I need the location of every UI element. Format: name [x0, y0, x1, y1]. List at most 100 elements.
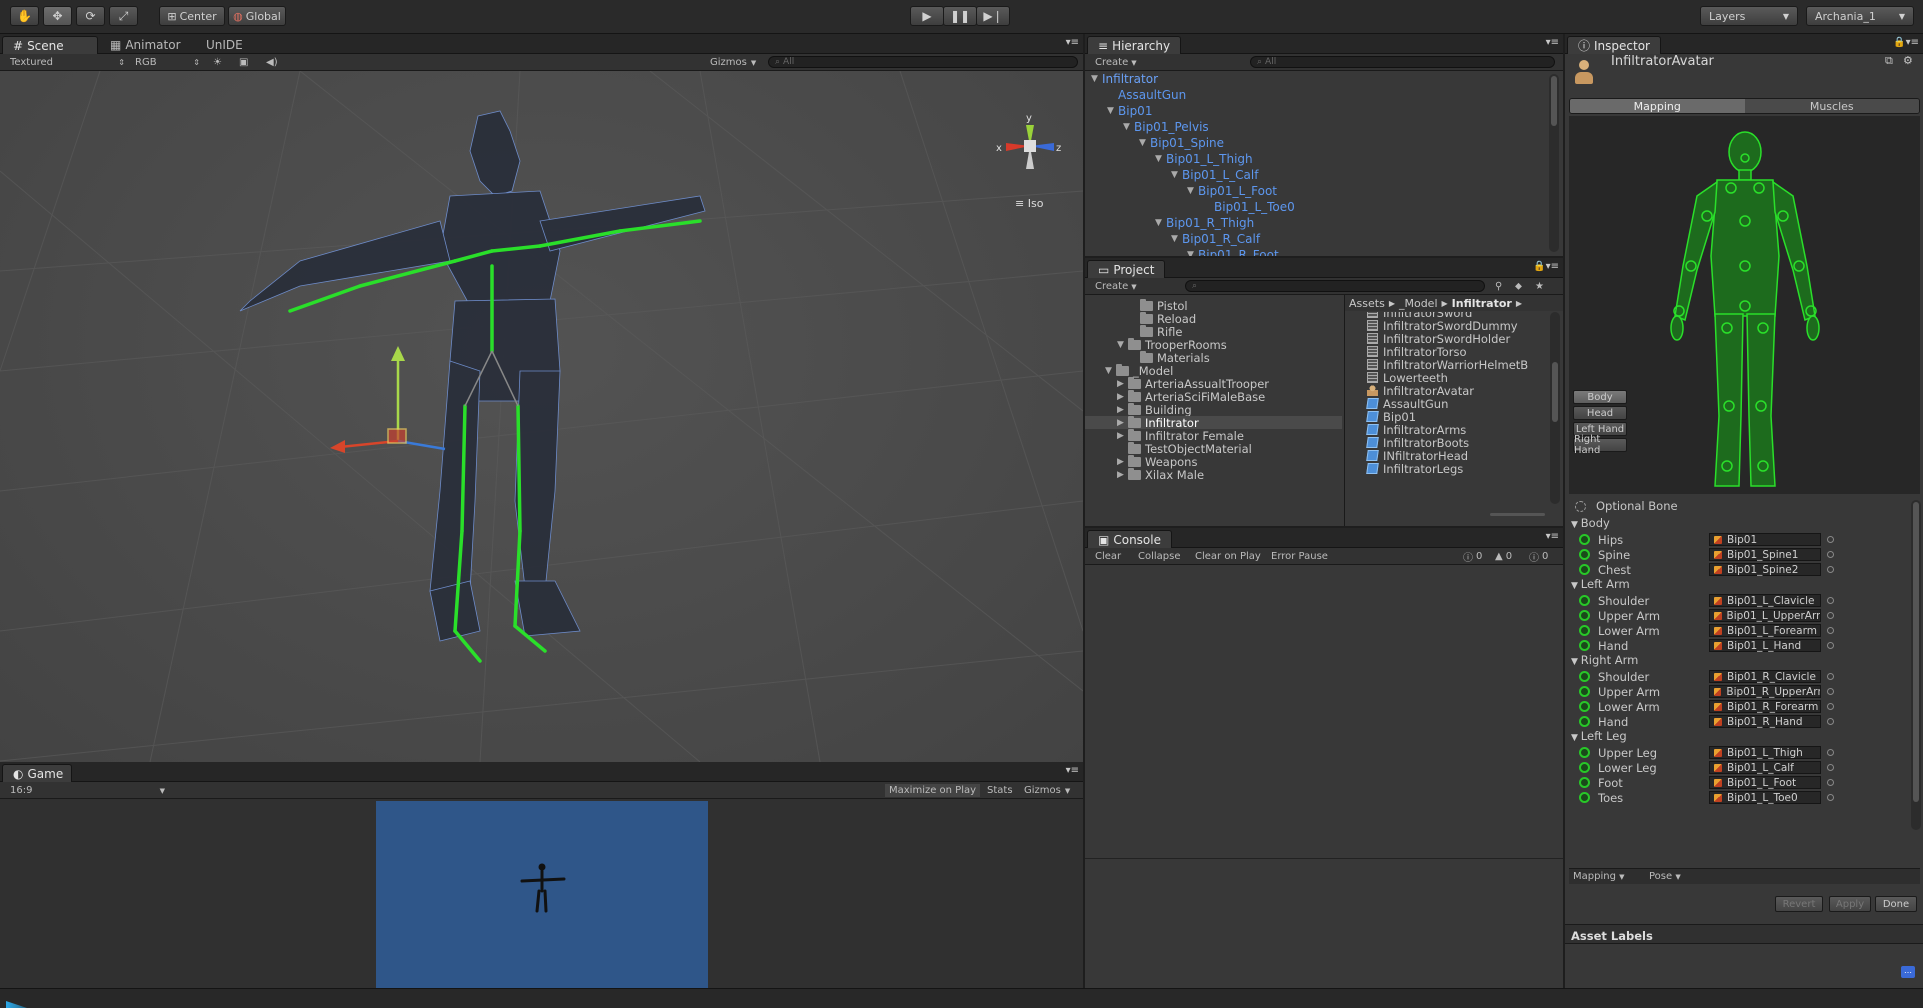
tab-console[interactable]: ▣ Console	[1087, 530, 1172, 548]
project-file-item[interactable]: Bip01	[1366, 410, 1416, 424]
hierarchy-item[interactable]: ▼ Bip01_Pelvis	[1123, 119, 1209, 135]
object-picker-icon[interactable]	[1827, 749, 1834, 756]
project-folder-item[interactable]: ▶ ArteriaAssualtTrooper	[1085, 376, 1342, 391]
tab-project[interactable]: ▭ Project	[1087, 260, 1166, 278]
right-hand-view-button[interactable]: Right Hand	[1573, 434, 1627, 456]
expand-arrow-icon[interactable]: ▼	[1171, 170, 1182, 180]
object-picker-icon[interactable]	[1827, 536, 1834, 543]
bone-object-field[interactable]: Bip01_L_Hand	[1709, 639, 1821, 652]
project-folder-item[interactable]: Pistol	[1085, 298, 1342, 313]
project-file-item[interactable]: InfiltratorTorso	[1367, 345, 1467, 359]
bone-object-field[interactable]: Bip01_L_Calf	[1709, 761, 1821, 774]
tab-inspector[interactable]: ⓘ Inspector	[1567, 36, 1661, 54]
expand-arrow-icon[interactable]: ▼	[1187, 186, 1198, 196]
expand-arrow-icon[interactable]: ▼	[1187, 250, 1198, 256]
hand-tool-button[interactable]: ✋	[10, 6, 39, 26]
tab-scene[interactable]: # Scene	[2, 36, 98, 54]
maximize-on-play-toggle[interactable]: Maximize on Play	[885, 784, 981, 797]
collapse-arrow-icon[interactable]: ▼	[1571, 657, 1581, 667]
object-picker-icon[interactable]	[1827, 597, 1834, 604]
filter-type-icon[interactable]: ⚲	[1495, 280, 1502, 293]
panel-menu-icon[interactable]: 🔒▾≡	[1533, 261, 1559, 272]
project-scrollbar[interactable]	[1550, 312, 1560, 504]
layers-dropdown[interactable]: Layers ▼	[1700, 6, 1798, 26]
layout-dropdown[interactable]: Archania_1 ▼	[1806, 6, 1914, 26]
hierarchy-create-dropdown[interactable]: Create ▼	[1095, 56, 1137, 69]
bone-object-field[interactable]: Bip01_L_Toe0	[1709, 791, 1821, 804]
lighting-toggle[interactable]: ☀	[213, 56, 222, 69]
console-clear-button[interactable]: Clear	[1095, 550, 1121, 563]
bone-object-field[interactable]: Bip01_R_UpperArm	[1709, 685, 1821, 698]
stats-toggle[interactable]: Stats	[987, 784, 1013, 797]
game-gizmos-dropdown[interactable]: Gizmos ▼	[1024, 784, 1070, 797]
gear-icon[interactable]: ⚙	[1903, 54, 1913, 67]
bone-object-field[interactable]: Bip01_Spine1	[1709, 548, 1821, 561]
play-button[interactable]: ▶	[910, 6, 944, 26]
collapse-arrow-icon[interactable]: ▼	[1571, 520, 1581, 530]
panel-menu-icon[interactable]: ▾≡	[1066, 37, 1079, 48]
bone-group-header[interactable]: ▼ Left Arm	[1571, 577, 1630, 591]
bone-group-header[interactable]: ▼ Body	[1571, 516, 1610, 530]
hierarchy-item[interactable]: ▼ Bip01_Spine	[1139, 135, 1224, 151]
project-folder-item[interactable]: ▶ Weapons	[1085, 454, 1342, 469]
panel-menu-icon[interactable]: ▾≡	[1066, 765, 1079, 776]
expand-arrow-icon[interactable]: ▼	[1155, 218, 1166, 228]
space-toggle-button[interactable]: ◍ Global	[228, 6, 286, 26]
bone-object-field[interactable]: Bip01	[1709, 533, 1821, 546]
filter-label-icon[interactable]: ⬥	[1515, 280, 1522, 293]
icon-size-slider[interactable]	[1490, 513, 1545, 516]
project-folder-item[interactable]: ▶ Infiltrator	[1085, 415, 1342, 430]
breadcrumb-assets[interactable]: Assets	[1349, 297, 1385, 310]
hierarchy-item[interactable]: ▼ Bip01_R_Thigh	[1155, 215, 1254, 231]
revert-button[interactable]: Revert	[1775, 896, 1823, 912]
project-folder-item[interactable]: TestObjectMaterial	[1085, 441, 1342, 456]
bone-object-field[interactable]: Bip01_Spine2	[1709, 563, 1821, 576]
scale-tool-button[interactable]: ⤢	[109, 6, 138, 26]
expand-arrow-icon[interactable]: ▼	[1117, 340, 1128, 350]
asset-label-add-icon[interactable]: …	[1901, 966, 1915, 978]
object-picker-icon[interactable]	[1827, 627, 1834, 634]
object-picker-icon[interactable]	[1827, 779, 1834, 786]
expand-arrow-icon[interactable]: ▶	[1117, 457, 1128, 467]
audio-toggle[interactable]: ◀)	[266, 56, 278, 69]
body-view-button[interactable]: Body	[1573, 390, 1627, 404]
panel-menu-icon[interactable]: ▾≡	[1546, 531, 1559, 542]
favorite-star-icon[interactable]: ★	[1535, 280, 1544, 293]
hierarchy-search-input[interactable]: ⌕ All	[1250, 56, 1555, 68]
hierarchy-item[interactable]: ▼ Bip01_R_Calf	[1171, 231, 1260, 247]
tab-mapping[interactable]: Mapping	[1570, 99, 1745, 113]
project-file-item[interactable]: Lowerteeth	[1367, 371, 1448, 385]
object-picker-icon[interactable]	[1827, 612, 1834, 619]
project-create-dropdown[interactable]: Create ▼	[1095, 280, 1137, 293]
expand-arrow-icon[interactable]: ▶	[1117, 418, 1128, 428]
scene-search-input[interactable]: ⌕ All	[768, 56, 1078, 68]
hierarchy-scrollbar[interactable]	[1549, 74, 1559, 252]
project-file-item[interactable]: InfiltratorSwordDummy	[1367, 319, 1518, 333]
expand-arrow-icon[interactable]: ▼	[1123, 122, 1134, 132]
tab-unide[interactable]: UnIDE	[196, 36, 253, 54]
projection-label[interactable]: ≡ Iso	[1015, 197, 1043, 210]
head-view-button[interactable]: Head	[1573, 406, 1627, 420]
breadcrumb-infiltrator[interactable]: Infiltrator	[1452, 297, 1512, 310]
project-folder-item[interactable]: ▶ Building	[1085, 402, 1342, 417]
expand-arrow-icon[interactable]: ▶	[1117, 405, 1128, 415]
object-picker-icon[interactable]	[1827, 794, 1834, 801]
bone-object-field[interactable]: Bip01_L_Clavicle	[1709, 594, 1821, 607]
console-clear-on-play-toggle[interactable]: Clear on Play	[1195, 550, 1261, 563]
bone-object-field[interactable]: Bip01_L_UpperArm	[1709, 609, 1821, 622]
hierarchy-item[interactable]: ▼ Infiltrator	[1091, 71, 1158, 87]
image-effects-toggle[interactable]: ▣	[239, 56, 248, 69]
expand-arrow-icon[interactable]: ▼	[1107, 106, 1118, 116]
expand-arrow-icon[interactable]: ▶	[1117, 379, 1128, 389]
object-picker-icon[interactable]	[1827, 764, 1834, 771]
breadcrumb-model[interactable]: _Model	[1399, 297, 1438, 310]
tab-hierarchy[interactable]: ≡ Hierarchy	[1087, 36, 1182, 54]
hierarchy-item[interactable]: ▼ Bip01	[1107, 103, 1152, 119]
project-file-item[interactable]: InfiltratorWarriorHelmetB	[1367, 358, 1528, 372]
object-picker-icon[interactable]	[1827, 566, 1834, 573]
pose-dropdown[interactable]: Pose ▼	[1649, 871, 1681, 882]
project-folder-item[interactable]: Reload	[1085, 311, 1342, 326]
inspector-scrollbar[interactable]	[1911, 500, 1921, 830]
aspect-dropdown[interactable]: 16:9 ▼	[10, 784, 165, 797]
object-picker-icon[interactable]	[1827, 551, 1834, 558]
